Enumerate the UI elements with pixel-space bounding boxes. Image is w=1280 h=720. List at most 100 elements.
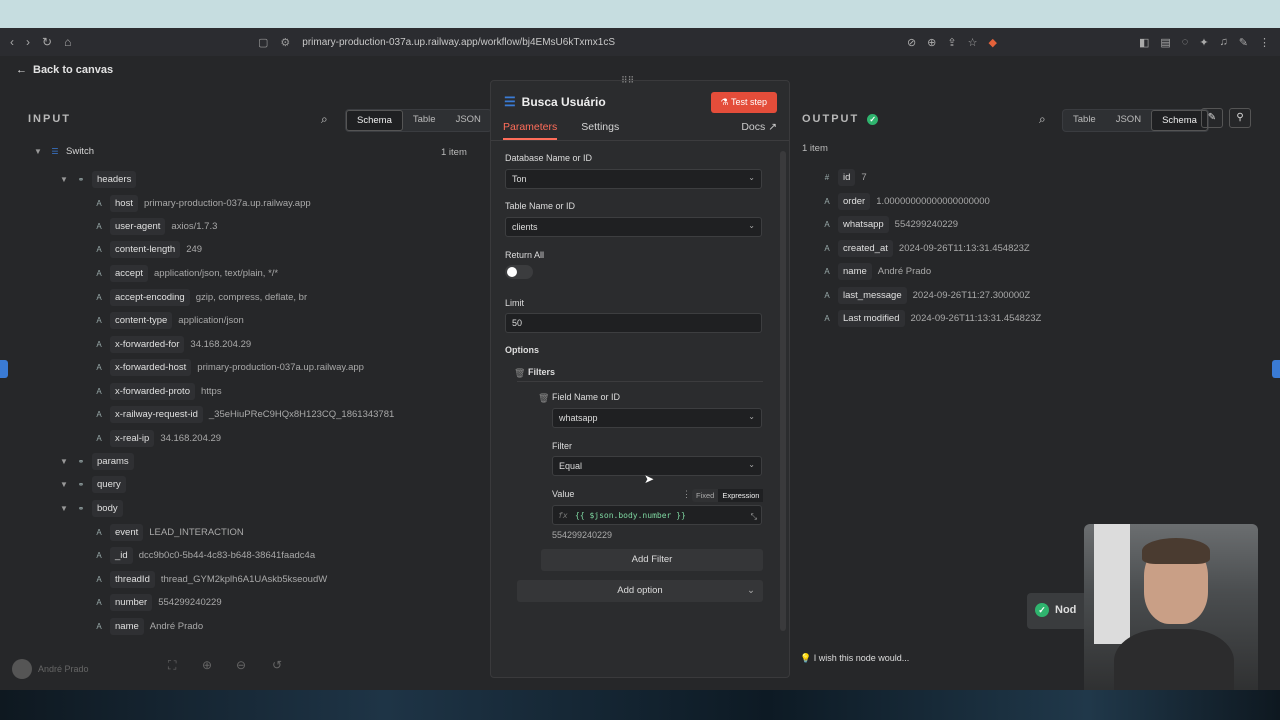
chevron-down-icon[interactable]: ▼ bbox=[34, 147, 44, 156]
tab-table[interactable]: Table bbox=[1063, 110, 1106, 131]
add-filter-button[interactable]: Add Filter bbox=[541, 549, 763, 571]
tab-settings[interactable]: Settings bbox=[581, 121, 619, 140]
tree-value: primary-production-037a.up.railway.app bbox=[197, 362, 364, 373]
share-icon[interactable]: ⇪ bbox=[947, 36, 956, 49]
reload-icon[interactable]: ↻ bbox=[42, 35, 52, 49]
forward-arrow-icon[interactable]: › bbox=[26, 35, 30, 49]
tree-key[interactable]: number bbox=[110, 594, 153, 611]
input-view-tabs: Schema Table JSON bbox=[345, 109, 492, 132]
tree-key[interactable]: x-real-ip bbox=[110, 430, 155, 447]
tab-json[interactable]: JSON bbox=[446, 110, 491, 131]
star-icon[interactable]: ☆ bbox=[968, 36, 978, 49]
tab-parameters[interactable]: Parameters bbox=[503, 121, 558, 140]
tree-key[interactable]: threadId bbox=[110, 571, 155, 588]
left-edge-handle[interactable] bbox=[0, 360, 8, 378]
tree-key[interactable]: params bbox=[92, 453, 134, 470]
tab-json[interactable]: JSON bbox=[1106, 110, 1151, 131]
tree-key[interactable]: user-agent bbox=[110, 218, 166, 235]
trash-icon[interactable]: 🗑 bbox=[538, 393, 549, 404]
tree-key[interactable]: order bbox=[838, 193, 871, 210]
extension-icon[interactable]: ▤ bbox=[1160, 36, 1170, 49]
zoom-out-icon[interactable]: ⊖ bbox=[236, 658, 246, 672]
zoom-in-icon[interactable]: ⊕ bbox=[202, 658, 212, 672]
fit-view-icon[interactable]: ⛶ bbox=[168, 658, 176, 673]
tab-schema[interactable]: Schema bbox=[1151, 110, 1208, 131]
return-all-toggle[interactable] bbox=[505, 265, 533, 279]
value-expression-input[interactable]: fx {{ $json.body.number }} ⤡ bbox=[552, 505, 762, 525]
right-edge-handle[interactable] bbox=[1272, 360, 1280, 378]
limit-input[interactable]: 50 bbox=[505, 313, 762, 333]
tree-value: 554299240229 bbox=[158, 597, 222, 608]
puzzle-icon[interactable]: ✎ bbox=[1239, 36, 1248, 49]
site-info-icon[interactable]: ⚙ bbox=[280, 36, 290, 49]
fixed-mode-option[interactable]: Fixed bbox=[692, 489, 718, 502]
shield-icon[interactable]: ◆ bbox=[988, 36, 996, 49]
search-icon[interactable]: ⌕ bbox=[321, 112, 328, 127]
tree-key[interactable]: name bbox=[838, 263, 872, 280]
tab-schema[interactable]: Schema bbox=[346, 110, 403, 131]
edit-icon[interactable]: ✎ bbox=[1201, 108, 1223, 128]
tree-key[interactable]: content-type bbox=[110, 312, 173, 329]
undo-icon[interactable]: ↺ bbox=[272, 658, 282, 672]
lightbulb-icon: 💡 bbox=[800, 653, 812, 663]
add-option-button[interactable]: Add option ⌄ bbox=[517, 580, 763, 602]
tree-value: 2024-09-26T11:13:31.454823Z bbox=[910, 313, 1042, 324]
tree-key[interactable]: whatsapp bbox=[838, 216, 889, 233]
string-type-icon: A bbox=[96, 245, 102, 254]
chat-icon[interactable]: ◌ bbox=[1182, 36, 1189, 49]
success-check-icon: ✓ bbox=[867, 113, 879, 125]
tree-key[interactable]: created_at bbox=[838, 240, 893, 257]
home-icon[interactable]: ⌂ bbox=[64, 35, 71, 49]
tree-key[interactable]: host bbox=[110, 195, 138, 212]
tree-key[interactable]: x-railway-request-id bbox=[110, 406, 203, 423]
expand-icon[interactable]: ⤡ bbox=[751, 512, 757, 522]
chevron-down-icon[interactable]: ▼ bbox=[60, 480, 70, 489]
tree-key[interactable]: accept-encoding bbox=[110, 289, 190, 306]
settings-icon[interactable]: ✦ bbox=[1199, 36, 1208, 49]
field-name-select[interactable]: whatsapp ⌄ bbox=[552, 408, 762, 428]
docs-link[interactable]: Docs ↗ bbox=[741, 121, 777, 133]
database-select[interactable]: Ton ⌄ bbox=[505, 169, 762, 189]
drag-handle-icon[interactable]: ⠿⠿ bbox=[621, 75, 634, 86]
more-icon[interactable]: ⋮ bbox=[682, 489, 691, 500]
back-to-canvas-button[interactable]: ← Back to canvas bbox=[16, 64, 113, 76]
tree-key[interactable]: id bbox=[838, 169, 856, 186]
tree-key[interactable]: name bbox=[110, 618, 144, 635]
chevron-down-icon[interactable]: ▼ bbox=[60, 457, 70, 466]
tree-key[interactable]: Last modified bbox=[838, 310, 905, 327]
scrollbar[interactable] bbox=[780, 151, 786, 631]
pin-icon[interactable]: ⚲ bbox=[1229, 108, 1251, 128]
tree-key[interactable]: last_message bbox=[838, 287, 907, 304]
tree-key[interactable]: x-forwarded-host bbox=[110, 359, 192, 376]
node-title[interactable]: Busca Usuário bbox=[522, 95, 606, 109]
tab-table[interactable]: Table bbox=[403, 110, 446, 131]
music-icon[interactable]: ♫ bbox=[1220, 36, 1228, 49]
extension-icon[interactable]: ◧ bbox=[1139, 36, 1149, 49]
tree-key[interactable]: x-forwarded-proto bbox=[110, 383, 195, 400]
filter-select[interactable]: Equal ⌄ bbox=[552, 456, 762, 476]
url-field[interactable]: primary-production-037a.up.railway.app/w… bbox=[302, 37, 615, 48]
tree-key[interactable]: _id bbox=[110, 547, 133, 564]
tree-key[interactable]: accept bbox=[110, 265, 148, 282]
tree-key[interactable]: query bbox=[92, 476, 126, 493]
avatar[interactable] bbox=[12, 659, 32, 679]
trash-icon[interactable]: 🗑 bbox=[514, 368, 525, 379]
tree-key[interactable]: x-forwarded-for bbox=[110, 336, 185, 353]
tree-key[interactable]: content-length bbox=[110, 241, 181, 258]
eye-off-icon[interactable]: ⊘ bbox=[907, 36, 916, 49]
table-select[interactable]: clients ⌄ bbox=[505, 217, 762, 237]
menu-icon[interactable]: ⋮ bbox=[1259, 36, 1270, 49]
back-arrow-icon[interactable]: ‹ bbox=[10, 35, 14, 49]
search-icon[interactable]: ⌕ bbox=[1039, 112, 1046, 127]
tree-key[interactable]: headers bbox=[92, 171, 137, 188]
chevron-down-icon[interactable]: ▼ bbox=[60, 175, 70, 184]
zoom-icon[interactable]: ⊕ bbox=[927, 36, 936, 49]
expression-mode-option[interactable]: Expression bbox=[718, 489, 764, 502]
test-step-button[interactable]: ⚗ Test step bbox=[710, 92, 777, 113]
bookmark-icon[interactable]: ▢ bbox=[258, 36, 268, 49]
field-name-label: Field Name or ID bbox=[552, 392, 621, 402]
tree-key[interactable]: event bbox=[110, 524, 144, 541]
feedback-prompt[interactable]: 💡 I wish this node would... bbox=[800, 653, 909, 664]
chevron-down-icon[interactable]: ▼ bbox=[60, 504, 70, 513]
tree-key[interactable]: body bbox=[92, 500, 123, 517]
